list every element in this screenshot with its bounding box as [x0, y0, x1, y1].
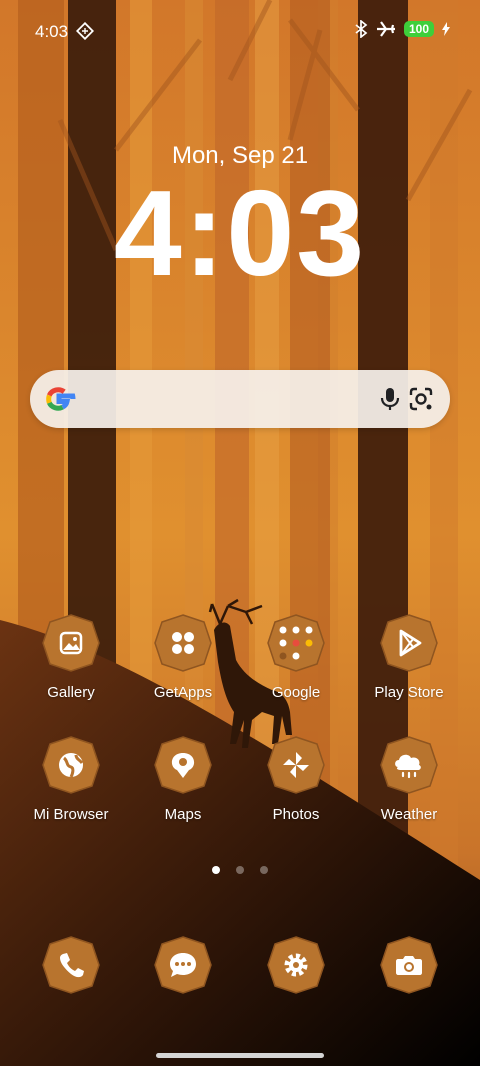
app-weather[interactable]: Weather: [354, 736, 464, 823]
page-dot: [236, 866, 244, 874]
bluetooth-icon: [355, 20, 368, 38]
page-dot: [260, 866, 268, 874]
app-label: Maps: [164, 806, 202, 823]
app-google-folder[interactable]: Google: [241, 614, 351, 701]
app-label: Google: [271, 684, 321, 701]
dock-camera[interactable]: [354, 936, 464, 994]
charging-icon: [442, 22, 450, 36]
app-getapps[interactable]: GetApps: [128, 614, 238, 701]
app-label: GetApps: [153, 684, 213, 701]
folder-icon: [267, 614, 325, 672]
status-icons: 100: [354, 20, 450, 38]
app-photos[interactable]: Photos: [241, 736, 351, 823]
page-indicator: [0, 866, 480, 874]
app-label: Play Store: [374, 684, 444, 701]
settings-icon: [267, 936, 325, 994]
dock-messages[interactable]: [128, 936, 238, 994]
app-label: Gallery: [47, 684, 95, 701]
weather-icon: [380, 736, 438, 794]
photos-icon: [267, 736, 325, 794]
clock-text[interactable]: 4:03: [0, 168, 480, 298]
getapps-icon: [154, 614, 212, 672]
dock-settings[interactable]: [241, 936, 351, 994]
microphone-icon[interactable]: [375, 384, 405, 414]
app-play-store[interactable]: Play Store: [354, 614, 464, 701]
status-bar: 4:03 100: [0, 0, 480, 62]
notification-icon: [76, 22, 94, 40]
browser-icon: [42, 736, 100, 794]
app-maps[interactable]: Maps: [128, 736, 238, 823]
app-label: Mi Browser: [33, 806, 109, 823]
app-mi-browser[interactable]: Mi Browser: [16, 736, 126, 823]
app-label: Photos: [272, 806, 320, 823]
airplane-icon: [376, 21, 395, 37]
app-gallery[interactable]: Gallery: [16, 614, 126, 701]
dock-phone[interactable]: [16, 936, 126, 994]
google-lens-icon[interactable]: [406, 384, 436, 414]
gallery-icon: [42, 614, 100, 672]
status-time: 4:03: [35, 22, 69, 41]
gesture-nav-handle[interactable]: [156, 1053, 324, 1058]
play-store-icon: [380, 614, 438, 672]
messages-icon: [154, 936, 212, 994]
camera-icon: [380, 936, 438, 994]
page-dot: [212, 866, 220, 874]
battery-level: 100: [403, 21, 434, 37]
app-label: Weather: [380, 806, 438, 823]
google-search-bar[interactable]: [30, 370, 450, 428]
google-logo-icon: [46, 387, 76, 411]
maps-icon: [154, 736, 212, 794]
phone-icon: [42, 936, 100, 994]
